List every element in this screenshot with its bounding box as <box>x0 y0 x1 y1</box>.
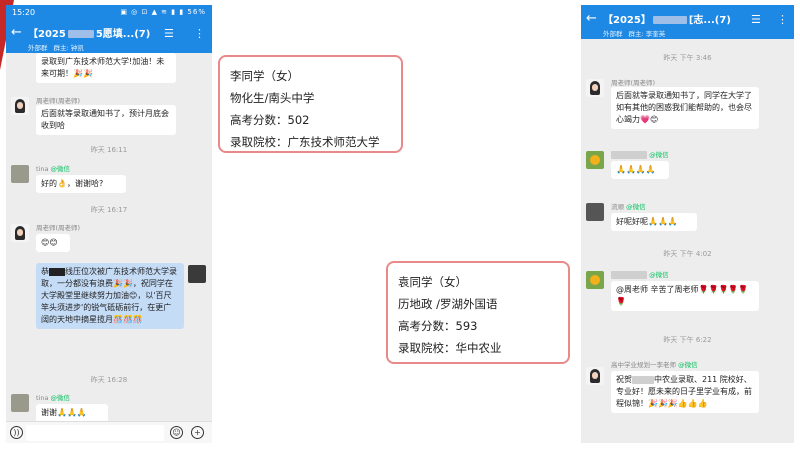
emoji-icon[interactable]: ☺ <box>170 426 183 439</box>
chat-title-suffix: 5愿填...(7) <box>95 29 151 40</box>
voice-icon[interactable]: )) <box>10 426 23 439</box>
student-card-1: 李同学（女） 物化生/南头中学 高考分数：502 录取院校：广东技术师范大学 <box>218 55 403 153</box>
timestamp: 昨天 下午 6:22 <box>663 336 712 344</box>
timestamp: 昨天 16:28 <box>90 376 128 384</box>
right-chat-screenshot: ← 【2025】 [志...(7) 外部群 群主: 李奎英 ☰ ⋮ 昨天 下午 3:… <box>581 5 794 443</box>
avatar[interactable] <box>586 367 604 385</box>
message-input[interactable] <box>26 425 164 441</box>
timestamp: 昨天 下午 4:02 <box>663 250 712 258</box>
more-icon[interactable]: ⋮ <box>194 27 205 40</box>
sender-name: tina @微信 <box>36 165 71 173</box>
chat-header: ← 【2025】 [志...(7) 外部群 群主: 李奎英 ☰ ⋮ <box>581 5 794 39</box>
add-icon[interactable]: + <box>191 426 204 439</box>
group-type: 外部群 <box>28 44 48 52</box>
message-bubble-self: 恭线压位次被广东技术师范大学录取，一分都没有浪费🎉🎉，祝同学在大学殿堂里继续努力… <box>36 263 184 329</box>
chat-title-suffix: [志...(7) <box>688 15 731 26</box>
message-bubble: 后面就等录取通知书了，同学在大学了如有其他的困惑我们能帮助的，也会尽心竭力💗😊 <box>611 87 759 129</box>
chat-title: 【2025 5愿填...(7) <box>28 19 212 40</box>
status-icons: ▣ ◎ ⊡ ▲ ≋ ▮ ▮ 56% <box>120 8 206 16</box>
message-bubble: 后面就等录取通知书了，预计月底会收到哈 <box>36 105 176 135</box>
redacted-text <box>632 375 654 384</box>
message-bubble: 🙏🙏🙏🙏 <box>611 161 669 179</box>
member-list-icon[interactable]: ☰ <box>164 27 174 40</box>
avatar[interactable] <box>11 394 29 412</box>
member-list-icon[interactable]: ☰ <box>751 13 761 26</box>
student-score: 高考分数：502 <box>230 113 310 127</box>
avatar[interactable] <box>586 151 604 169</box>
timestamp: 昨天 下午 3:46 <box>663 54 712 62</box>
input-bar: )) ☺ + <box>6 421 212 443</box>
message-bubble: 祝贺 中农业录取、211 院校好、专业好！愿未来的日子里学业有成，前程似锦！🎉🎉🎉… <box>611 371 759 413</box>
avatar[interactable] <box>586 271 604 289</box>
sender-name: 周老师(周老师) <box>36 224 81 232</box>
student-school: 录取院校：广东技术师范大学 <box>230 135 380 149</box>
message-bubble: 😊😊 <box>36 234 70 252</box>
avatar[interactable] <box>188 265 206 283</box>
student-school: 录取院校：华中农业 <box>398 341 502 355</box>
timestamp: 昨天 16:11 <box>90 146 128 154</box>
sender-name: 高中学业规划一李老师 @微信 <box>611 361 698 369</box>
group-type: 外部群 <box>603 30 623 38</box>
message-bubble: @周老师 辛苦了周老师🌹🌹🌹🌹🌹🌹 <box>611 281 759 311</box>
chat-header: ← 【2025 5愿填...(7) 外部群 群主: 钟凯 ☰ ⋮ <box>6 19 212 53</box>
avatar[interactable] <box>586 79 604 97</box>
chat-subtitle: 外部群 群主: 李奎英 <box>603 28 794 38</box>
message-bubble: 好的👌，谢谢哈? <box>36 175 126 193</box>
timestamp: 昨天 16:17 <box>90 206 128 214</box>
student-subjects: 历地政 /罗湖外国语 <box>398 297 498 311</box>
sender-name: tina @微信 <box>36 394 71 402</box>
back-arrow-icon[interactable]: ← <box>11 25 22 40</box>
status-time: 15:20 <box>12 7 36 17</box>
blurred-text <box>652 16 687 24</box>
group-owner: 群主: 钟凯 <box>53 44 84 52</box>
chat-subtitle: 外部群 群主: 钟凯 <box>28 42 212 52</box>
sender-name: 周老师(周老师) <box>36 97 81 105</box>
sender-name: @微信 <box>611 269 669 279</box>
chat-title: 【2025】 [志...(7) <box>603 5 794 26</box>
student-name: 袁同学（女） <box>398 275 467 289</box>
student-subjects: 物化生/南头中学 <box>230 91 315 105</box>
group-owner: 群主: 李奎英 <box>628 30 666 38</box>
student-name: 李同学（女） <box>230 69 299 83</box>
chat-title-prefix: 【2025】 <box>603 15 651 26</box>
avatar[interactable] <box>11 97 29 115</box>
message-bubble: 谢谢🙏🙏🙏 <box>36 404 108 422</box>
blurred-text <box>67 30 94 38</box>
sender-name: @微信 <box>611 149 669 159</box>
back-arrow-icon[interactable]: ← <box>586 11 597 26</box>
avatar[interactable] <box>586 203 604 221</box>
chat-title-prefix: 【2025 <box>28 29 66 40</box>
sender-name: 周老师(周老师) <box>611 79 656 87</box>
status-bar: 15:20 ▣ ◎ ⊡ ▲ ≋ ▮ ▮ 56% <box>6 5 212 19</box>
sender-name: 流顺 @微信 <box>611 203 646 211</box>
left-chat-screenshot: 15:20 ▣ ◎ ⊡ ▲ ≋ ▮ ▮ 56% ← 【2025 5愿填...(7)… <box>6 5 212 443</box>
message-bubble: 录取到广东技术师范大学!加油！未来可期！🎉🎉 <box>36 53 176 83</box>
avatar[interactable] <box>11 165 29 183</box>
more-icon[interactable]: ⋮ <box>777 13 788 26</box>
student-card-2: 袁同学（女） 历地政 /罗湖外国语 高考分数：593 录取院校：华中农业 <box>386 261 570 364</box>
message-bubble: 好呢好呢🙏🙏🙏 <box>611 213 697 231</box>
student-score: 高考分数：593 <box>398 319 478 333</box>
avatar[interactable] <box>11 224 29 242</box>
redacted-text <box>49 267 65 276</box>
